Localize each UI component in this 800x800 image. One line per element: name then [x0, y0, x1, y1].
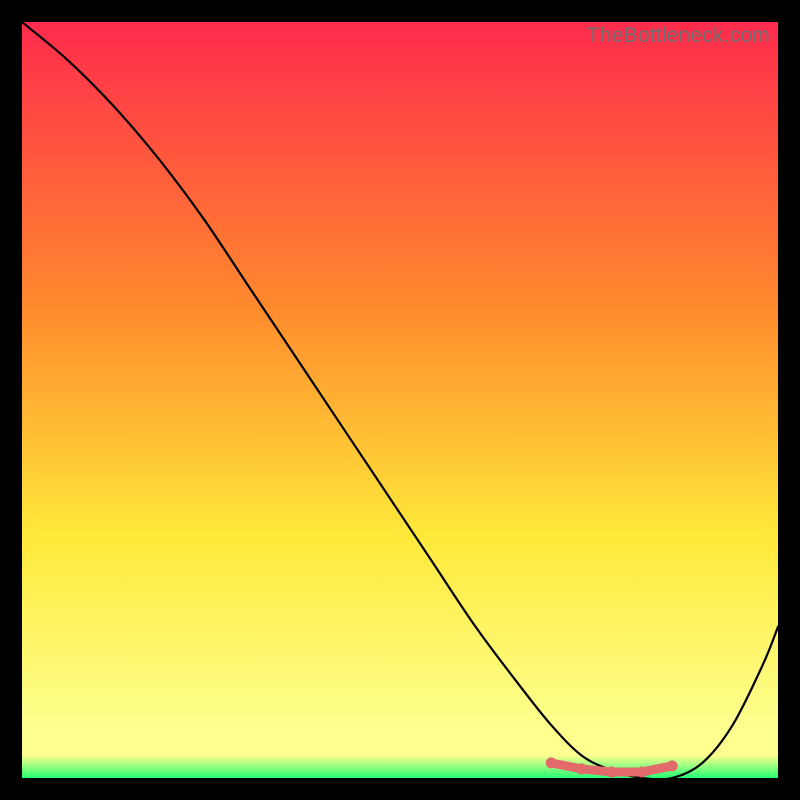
gradient-background: [22, 22, 778, 778]
highlight-dot: [667, 760, 678, 771]
highlight-dot: [636, 766, 647, 777]
chart-frame: TheBottleneck.com: [22, 22, 778, 778]
bottleneck-chart: [22, 22, 778, 778]
watermark-label: TheBottleneck.com: [587, 24, 770, 48]
highlight-dot: [546, 757, 557, 768]
highlight-dot: [576, 763, 587, 774]
highlight-dot: [606, 766, 617, 777]
